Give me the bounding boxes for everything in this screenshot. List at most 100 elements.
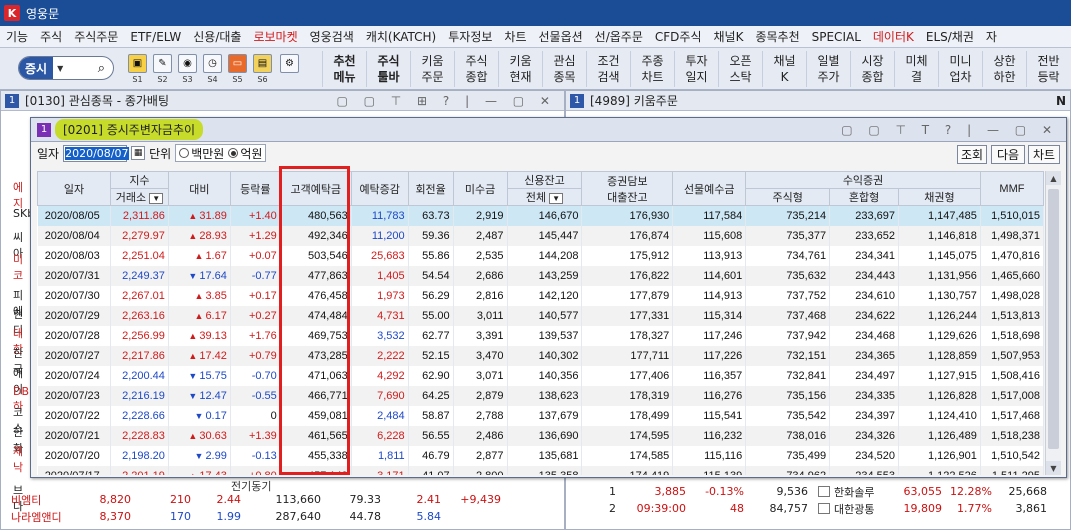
save-icon[interactable]: ▣ — [128, 54, 147, 73]
menu-item[interactable]: ETF/ELW — [124, 30, 187, 44]
menu-item[interactable]: 채널K — [708, 28, 750, 45]
toolbar-button[interactable]: 오픈 스탁 — [718, 51, 762, 87]
cell-mixed: 234,497 — [829, 365, 899, 386]
toolbar-button[interactable]: 시장 종합 — [850, 51, 894, 87]
cell-turn: 55.86 — [408, 245, 454, 266]
menu-item[interactable]: 자 — [980, 28, 1003, 45]
toolbar-button[interactable]: 주종 차트 — [630, 51, 674, 87]
next-button[interactable]: 다음 — [991, 145, 1025, 164]
checkbox[interactable] — [818, 503, 830, 514]
menu-item[interactable]: CFD주식 — [649, 28, 708, 45]
order-row[interactable]: 2 09:39:00 48 84,757 대한광통 19,809 1.77% 3,861 — [596, 500, 1071, 517]
table-row[interactable]: 2020/08/05 2,311.86 ▲ 31.89 +1.40 480,563 11,7… — [37, 205, 1044, 226]
toolbar-button[interactable]: 상한 하한 — [982, 51, 1026, 87]
menu-item[interactable]: 차트 — [498, 28, 532, 45]
scroll-down-icon[interactable]: ▼ — [1046, 461, 1061, 475]
date-input[interactable]: 2020/08/07 — [63, 144, 129, 162]
chart-button[interactable]: 차트 — [1028, 145, 1060, 164]
menu-item[interactable]: 주식주문 — [68, 28, 124, 45]
toolbar-button[interactable]: 관심 종목 — [542, 51, 586, 87]
folder-icon[interactable]: ▤ — [253, 54, 272, 73]
menu-item[interactable]: 종목추천 — [749, 28, 805, 45]
watchlist-row[interactable]: 비엠티 8,820 210 2.44 113,660 79.33 2.41 +9,439 — [11, 491, 561, 508]
cell-deposit-chg: 11,783 — [351, 205, 409, 226]
cell-bond: 1,147,485 — [898, 205, 981, 226]
monitor-icon[interactable]: ▭ — [228, 54, 247, 73]
menu-item[interactable]: SPECIAL — [806, 30, 867, 44]
cell-deposit: 466,771 — [280, 385, 352, 406]
cell-credit: 142,120 — [507, 285, 583, 306]
menu-item[interactable]: 선/옵주문 — [589, 28, 649, 45]
watchlist-row[interactable]: 나라엠앤디 8,370 170 1.99 287,640 44.78 5.84 — [11, 508, 561, 525]
table-row[interactable]: 2020/07/22 2,228.66 ▼ 0.17 0 459,081 2,484 58.8… — [37, 405, 1044, 426]
cell-mixed: 234,326 — [829, 425, 899, 446]
scroll-thumb[interactable] — [1048, 189, 1059, 449]
menu-item[interactable]: 주식 — [34, 28, 68, 45]
clock-icon[interactable]: ◷ — [203, 54, 222, 73]
toolbar-button[interactable]: 추천 메뉴 — [322, 51, 366, 87]
unit-radio-million[interactable]: 백만원 — [179, 145, 224, 162]
order-row[interactable]: 1 3,885 -0.13% 9,536 한화솔루 63,055 12.28% 25,668 — [596, 483, 1071, 500]
table-row[interactable]: 2020/07/31 2,249.37 ▼ 17.64 -0.77 477,863 1,40… — [37, 265, 1044, 286]
cell-deposit-chg: 1,405 — [351, 265, 409, 286]
cell-mmf: 1,465,660 — [980, 265, 1044, 286]
table-row[interactable]: 2020/07/27 2,217.86 ▲ 17.42 +0.79 473,285 2,22… — [37, 345, 1044, 366]
watchlist-side-label[interactable]: 제낙 — [13, 443, 31, 475]
toolbar-button[interactable]: 미체 결 — [894, 51, 938, 87]
dialog-window-controls[interactable]: ▢ ▢ ⊤ T ? | — ▢ ✕ — [841, 123, 1058, 137]
toolbar-button[interactable]: 조건 검색 — [586, 51, 630, 87]
scroll-up-icon[interactable]: ▲ — [1046, 171, 1061, 185]
table-row[interactable]: 2020/07/29 2,263.16 ▲ 6.17 +0.27 474,484 4,731… — [37, 305, 1044, 326]
market-combo[interactable]: 증시 ▼ ⌕ — [18, 56, 114, 80]
table-row[interactable]: 2020/07/28 2,256.99 ▲ 39.13 +1.76 469,753 3,53… — [37, 325, 1044, 346]
toolbar-button[interactable]: 주식 종합 — [454, 51, 498, 87]
menu-item[interactable]: 캐치(KATCH) — [360, 28, 442, 45]
chevron-down-icon[interactable]: ▼ — [53, 64, 67, 73]
gear-icon[interactable]: ⚙ — [280, 54, 299, 73]
menu-item[interactable]: 로보마켓 — [247, 28, 303, 45]
table-row[interactable]: 2020/07/30 2,267.01 ▲ 3.85 +0.17 476,458 1,973… — [37, 285, 1044, 306]
toolbar-button[interactable]: 키움 주문 — [410, 51, 454, 87]
table-row[interactable]: 2020/07/24 2,200.44 ▼ 15.75 -0.70 471,063 4,29… — [37, 365, 1044, 386]
unit-radio-100m[interactable]: 억원 — [228, 145, 262, 162]
menu-item[interactable]: 영웅검색 — [304, 28, 360, 45]
menu-item[interactable]: 신용/대출 — [187, 28, 247, 45]
table-row[interactable]: 2020/08/04 2,279.97 ▲ 28.93 +1.29 492,346 11,2… — [37, 225, 1044, 246]
table-row[interactable]: 2020/07/21 2,228.83 ▲ 30.63 +1.39 461,565 6,22… — [37, 425, 1044, 446]
table-row[interactable]: 2020/07/20 2,198.20 ▼ 2.99 -0.13 455,338 1,811… — [37, 445, 1044, 466]
cell-diff: ▲ 30.63 — [168, 425, 231, 446]
camera-icon[interactable]: ◉ — [178, 54, 197, 73]
cell-rate: +0.80 — [230, 465, 281, 475]
calendar-icon[interactable]: ▦ — [131, 146, 146, 160]
menu-item[interactable]: 데이터K — [867, 28, 920, 45]
window-controls[interactable]: ▢ ▢ ⊤ ⊞ ? | — ▢ ✕ — [336, 94, 556, 108]
cell-deposit-chg: 2,222 — [351, 345, 409, 366]
toolbar-button[interactable]: 주식 툴바 — [366, 51, 410, 87]
toolbar-button[interactable]: 키움 현재 — [498, 51, 542, 87]
cell-date: 2020/08/03 — [37, 245, 111, 266]
search-icon[interactable]: ⌕ — [98, 61, 105, 76]
toolbar-button[interactable]: 투자 일지 — [674, 51, 718, 87]
menu-item[interactable]: 기능 — [0, 28, 34, 45]
toolbar-button[interactable]: 전반 등락 — [1026, 51, 1070, 87]
dialog-title: [0201] 증시주변자금추이 — [55, 119, 204, 140]
menu-item[interactable]: ELS/채권 — [920, 28, 980, 45]
menu-item[interactable]: 선물옵션 — [533, 28, 589, 45]
checkbox[interactable] — [818, 486, 830, 497]
toolbar-button[interactable]: 채널 K — [762, 51, 806, 87]
table-row[interactable]: 2020/07/23 2,216.19 ▼ 12.47 -0.55 466,771 7,69… — [37, 385, 1044, 406]
toolbar-button[interactable]: 일별 주가 — [806, 51, 850, 87]
cell-loan: 176,874 — [581, 225, 674, 246]
cell-mixed: 234,520 — [829, 445, 899, 466]
watchlist-side-label[interactable]: 미코 — [13, 251, 31, 283]
table-scrollbar[interactable]: ▲ ▼ — [1045, 171, 1061, 475]
menu-item[interactable]: 투자정보 — [442, 28, 498, 45]
cell-loan: 177,406 — [581, 365, 674, 386]
col-credit-sub[interactable]: 전체 ▼ — [506, 188, 583, 206]
toolbar-button[interactable]: 미니 업차 — [938, 51, 982, 87]
table-row[interactable]: 2020/08/03 2,251.04 ▲ 1.67 +0.07 503,546 25,68… — [37, 245, 1044, 266]
col-index-sub[interactable]: 거래소 ▼ — [109, 188, 169, 206]
table-row[interactable]: 2020/07/172,201.19▲17.43+0.80457,1493,17… — [37, 465, 1044, 475]
brush-icon[interactable]: ✎ — [153, 54, 172, 73]
query-button[interactable]: 조회 — [957, 145, 987, 164]
